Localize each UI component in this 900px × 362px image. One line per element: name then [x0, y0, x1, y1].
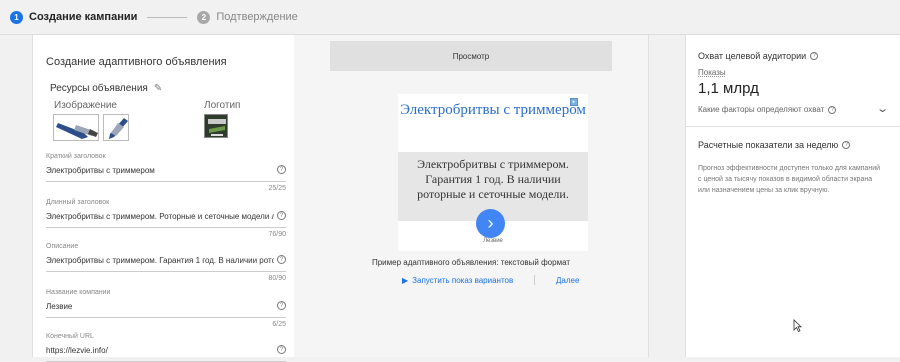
preview-header: Просмотр	[330, 41, 612, 71]
final-url-field[interactable]: Конечный URL https://lezvie.info/ ?	[46, 333, 286, 362]
help-icon[interactable]: ?	[277, 211, 286, 220]
step-number: 2	[197, 10, 211, 24]
left-gutter	[0, 35, 32, 357]
field-underline	[46, 227, 286, 228]
field-underline	[46, 181, 286, 182]
field-label: Конечный URL	[46, 333, 94, 340]
business-name-field[interactable]: Название компании Лезвие ? 6/25	[46, 289, 286, 328]
ad-brand: Лезвие	[483, 238, 503, 244]
field-label: Описание	[46, 243, 79, 250]
ad-title: Электробритвы с триммером	[400, 102, 586, 118]
char-counter: 80/90	[268, 275, 286, 282]
reach-heading: Охват целевой аудитории ?	[698, 51, 819, 61]
factors-label: Какие факторы определяют охват	[698, 105, 825, 114]
weekly-title: Расчетные показатели за неделю	[698, 140, 839, 150]
preview-caption: Пример адаптивного объявления: текстовый…	[371, 258, 571, 267]
help-icon[interactable]: ?	[842, 141, 851, 149]
weekly-description: Прогноз эффективности доступен только дл…	[698, 165, 881, 194]
campaign-stepper: 1 Создание кампании 2 Подтверждение	[0, 0, 900, 34]
reach-title: Охват целевой аудитории	[698, 51, 807, 61]
field-value[interactable]: Электробритвы с триммером. Роторные и се…	[46, 212, 274, 224]
ad-form-panel: Создание адаптивного объявления Ресурсы …	[32, 35, 294, 362]
field-value[interactable]: Электробритвы с триммером. Гарантия 1 го…	[46, 256, 274, 268]
resources-title: Ресурсы объявления	[50, 83, 148, 94]
short-headline-field[interactable]: Краткий заголовок Электробритвы с тримме…	[46, 153, 286, 192]
field-value[interactable]: https://lezvie.info/	[46, 346, 274, 358]
step-number: 1	[10, 10, 23, 24]
char-counter: 76/90	[268, 231, 286, 238]
char-counter: 6/25	[272, 321, 286, 328]
help-icon[interactable]: ?	[277, 345, 286, 354]
field-value[interactable]: Лезвие	[46, 302, 274, 314]
field-label: Длинный заголовок	[46, 199, 110, 206]
step-create-campaign[interactable]: 1 Создание кампании	[10, 10, 138, 24]
adchoices-icon[interactable]: ▸	[570, 98, 578, 106]
ad-preview: Электробритвы с триммером ▸ Электробритв…	[398, 94, 588, 251]
gap-column	[648, 35, 685, 357]
step-connector	[147, 16, 188, 18]
field-value[interactable]: Электробритвы с триммером	[46, 166, 274, 178]
help-icon[interactable]: ?	[277, 165, 286, 174]
pencil-icon[interactable]: ✎	[154, 83, 162, 94]
ad-arrow-button[interactable]: ›	[476, 209, 505, 238]
weekly-heading: Расчетные показатели за неделю ?	[698, 140, 851, 150]
play-label: Запустить показ вариантов	[412, 276, 514, 285]
image-thumbnail-landscape[interactable]	[53, 114, 99, 141]
char-counter: 25/25	[268, 185, 286, 192]
image-thumbnail-square[interactable]	[103, 114, 129, 141]
impressions-value: 1,1 млрд	[698, 80, 759, 97]
step-label: Подтверждение	[216, 11, 298, 23]
help-icon[interactable]: ?	[810, 52, 819, 60]
image-label: Изображение	[54, 100, 117, 111]
reach-factors-row[interactable]: Какие факторы определяют охват ?	[698, 105, 837, 114]
help-icon[interactable]: ?	[277, 301, 286, 310]
help-icon[interactable]: ?	[277, 255, 286, 264]
preview-panel: Просмотр Электробритвы с триммером ▸ Эле…	[294, 35, 648, 357]
reach-panel: Охват целевой аудитории ? Показы 1,1 млр…	[685, 35, 900, 357]
field-label: Краткий заголовок	[46, 153, 106, 160]
long-headline-field[interactable]: Длинный заголовок Электробритвы с тримме…	[46, 199, 286, 238]
resources-heading: Ресурсы объявления ✎	[50, 83, 162, 94]
field-underline	[46, 317, 286, 318]
logo-thumbnail[interactable]	[204, 114, 228, 138]
chevron-down-icon[interactable]: ⌄	[876, 102, 889, 115]
step-label: Создание кампании	[29, 11, 138, 23]
step-confirmation[interactable]: 2 Подтверждение	[197, 10, 298, 24]
link-separator	[534, 275, 535, 285]
mouse-cursor-icon	[793, 319, 802, 337]
impressions-label[interactable]: Показы	[698, 68, 726, 77]
field-underline	[46, 271, 286, 272]
next-link[interactable]: Далее	[556, 276, 579, 285]
logo-label: Логотип	[204, 100, 241, 111]
panel-divider	[686, 126, 900, 127]
field-label: Название компании	[46, 289, 111, 296]
play-variants-link[interactable]: ▶ Запустить показ вариантов	[402, 276, 513, 285]
play-icon: ▶	[402, 276, 409, 285]
description-field[interactable]: Описание Электробритвы с триммером. Гара…	[46, 243, 286, 282]
form-title: Создание адаптивного объявления	[46, 56, 227, 68]
help-icon[interactable]: ?	[828, 105, 837, 114]
